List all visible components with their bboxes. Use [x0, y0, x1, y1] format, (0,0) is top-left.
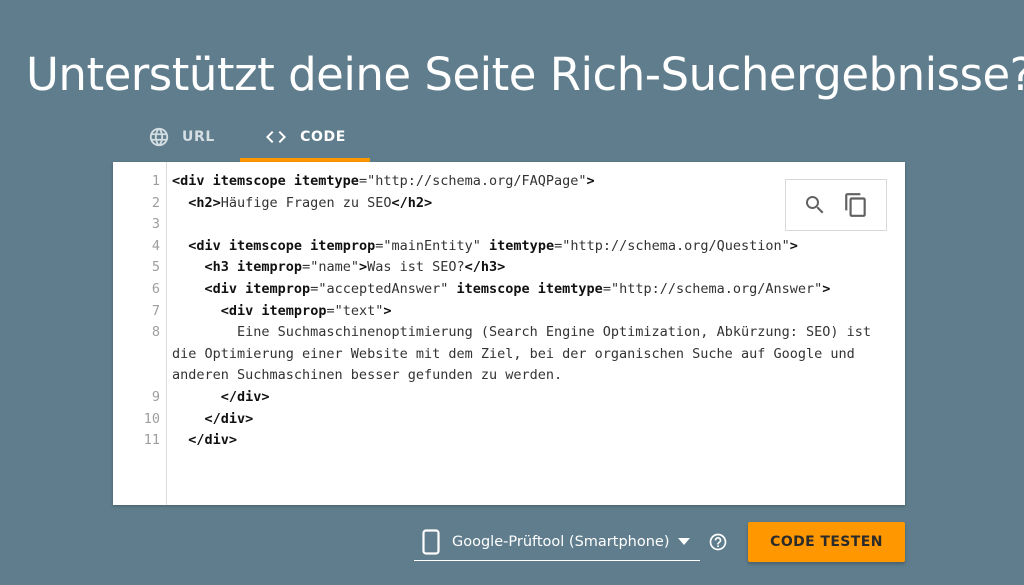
tab-code[interactable]: CODE — [240, 116, 370, 162]
code-token: </h3> — [464, 259, 506, 276]
code-token: > — [358, 259, 368, 276]
code-token: = — [326, 302, 335, 319]
code-token: </div> — [204, 410, 254, 427]
code-token: <h3 — [204, 259, 238, 276]
code-token: itemprop — [261, 302, 327, 319]
code-token: "http://schema.org/Answer" — [610, 280, 823, 297]
line-number: 2 — [151, 195, 160, 211]
code-token: itemprop — [245, 280, 311, 297]
page-title: Unterstützt deine Seite Rich-Suchergebni… — [26, 48, 1024, 102]
code-token: > — [586, 173, 595, 189]
line-number: 11 — [143, 432, 160, 448]
tab-url[interactable]: URL — [148, 116, 238, 158]
line-number: 9 — [151, 389, 160, 405]
code-token: <div — [204, 280, 246, 297]
tab-url-label: URL — [182, 129, 215, 145]
line-number: 4 — [151, 238, 160, 254]
code-icon — [264, 125, 288, 149]
code-token: = — [602, 280, 611, 297]
code-token: "mainEntity" — [383, 237, 481, 254]
chevron-down-icon — [678, 538, 690, 545]
code-token: "text" — [334, 302, 384, 319]
code-token: </h2> — [391, 194, 433, 211]
code-token: itemtype — [489, 237, 555, 254]
smartphone-icon — [422, 529, 440, 555]
line-number: 5 — [151, 259, 160, 275]
code-token: Eine Suchmaschinenoptimierung (Search En… — [172, 324, 880, 384]
code-token: "name" — [310, 259, 359, 276]
code-token: itemscope itemtype — [456, 280, 603, 297]
code-token: <h2> — [188, 194, 221, 211]
code-token: > — [789, 237, 798, 254]
code-token: "http://schema.org/Question" — [562, 237, 790, 254]
code-line: </div> — [172, 387, 894, 409]
line-number: 1 — [151, 173, 160, 189]
code-token: itemprop — [237, 259, 303, 276]
line-number: 10 — [143, 411, 160, 427]
help-icon[interactable] — [708, 532, 728, 552]
code-editor[interactable]: 1 2 3 4 5 6 7 8 9 10 11 <div itemscope itemtype="h… — [113, 162, 905, 505]
code-line: <div itemscope itemprop = "mainEntity" ite… — [172, 236, 894, 258]
copy-icon[interactable] — [843, 192, 869, 218]
tab-code-label: CODE — [300, 129, 346, 145]
globe-icon — [148, 126, 170, 148]
code-token: = — [358, 173, 368, 189]
line-number: 8 — [151, 324, 160, 340]
code-token: "acceptedAnswer" — [318, 280, 449, 297]
code-token: Was ist SEO? — [367, 259, 465, 276]
code-line: <h3 itemprop="name">Was ist SEO?</h3> — [172, 257, 894, 279]
search-icon[interactable] — [803, 193, 827, 217]
device-select-value: Google-Prüftool (Smartphone) — [452, 534, 670, 550]
code-token: </div> — [188, 432, 238, 449]
line-number: 3 — [151, 216, 160, 232]
code-line: <div itemprop="text"> — [172, 301, 894, 323]
code-token: <div — [188, 237, 229, 254]
code-token: > — [383, 302, 392, 319]
line-number: 7 — [151, 303, 160, 319]
line-number-gutter: 1 2 3 4 5 6 7 8 9 10 11 — [113, 162, 167, 505]
code-line: </div> — [172, 430, 894, 452]
code-testen-button[interactable]: CODE TESTEN — [748, 522, 905, 562]
code-token: <div — [220, 302, 262, 319]
code-line: <div itemprop = "acceptedAnswer" itemscope… — [172, 279, 894, 301]
code-token: <div — [172, 173, 213, 189]
code-token: itemscope itemtype — [212, 173, 359, 189]
device-select[interactable]: Google-Prüftool (Smartphone) — [414, 524, 700, 561]
code-token: Häufige Fragen zu SEO — [220, 194, 392, 211]
code-token: > — [822, 280, 831, 297]
code-token: = — [554, 237, 563, 254]
code-line: </div> — [172, 409, 894, 431]
code-token: </div> — [220, 388, 270, 405]
editor-toolbox — [785, 179, 887, 231]
code-token: itemscope itemprop — [228, 237, 376, 254]
code-line: Eine Suchmaschinenoptimierung (Search En… — [172, 322, 894, 387]
code-token: = — [302, 259, 311, 276]
code-token: "http://schema.org/FAQPage" — [367, 173, 587, 189]
line-number: 6 — [151, 281, 160, 297]
